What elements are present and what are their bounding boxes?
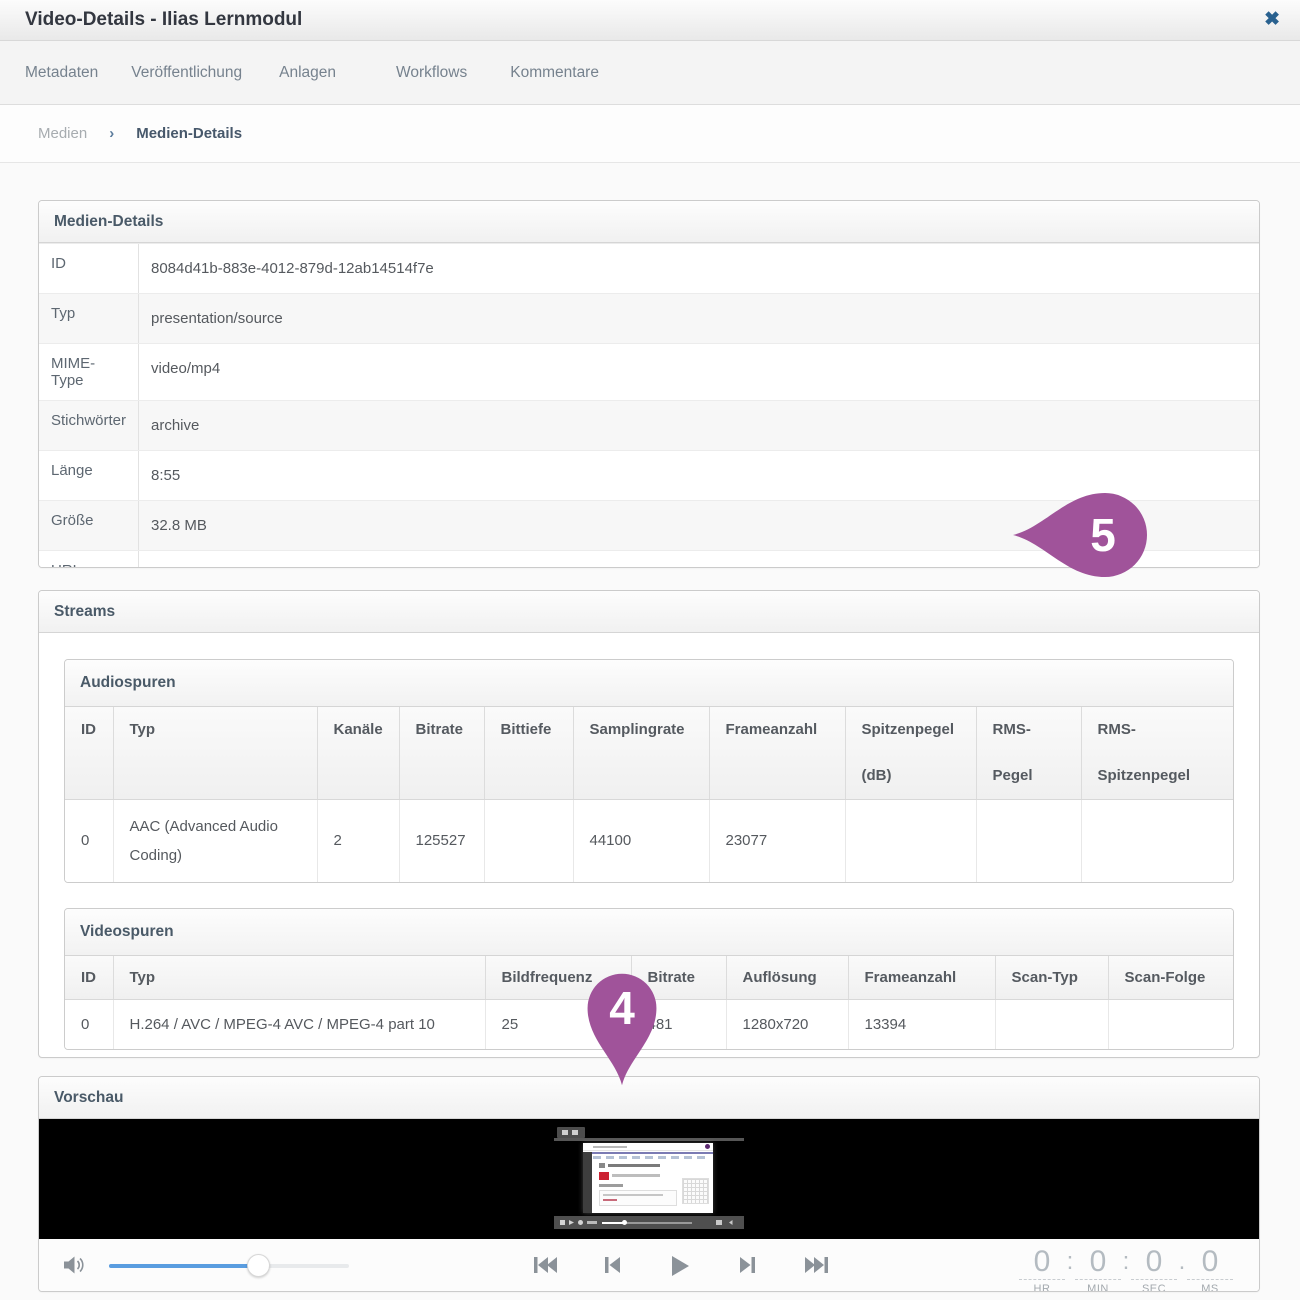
- thumbnail-browser-window: [583, 1143, 713, 1213]
- detail-value: presentation/source: [139, 294, 1259, 343]
- skip-to-end-button[interactable]: [803, 1254, 829, 1281]
- audio-tracks-panel: Audiospuren ID Typ Kanäle Bitrate Bittie…: [64, 659, 1234, 883]
- column-header: Typ: [113, 956, 485, 1000]
- column-header: Samplingrate: [573, 707, 709, 800]
- tab-workflows[interactable]: Workflows: [396, 64, 467, 82]
- timecode-separator: .: [1177, 1245, 1187, 1279]
- streams-title: Streams: [39, 591, 1259, 633]
- cell: H.264 / AVC / MPEG-4 AVC / MPEG-4 part 1…: [113, 1000, 485, 1049]
- tab-veroeffentlichung[interactable]: Veröffentlichung: [131, 64, 242, 82]
- breadcrumb-current: Medien-Details: [136, 125, 242, 142]
- cell: 44100: [573, 800, 709, 882]
- annotation-number-5: 5: [1053, 510, 1153, 560]
- volume-slider-handle[interactable]: [247, 1254, 270, 1277]
- chevron-right-icon: ›: [109, 125, 114, 142]
- audio-track-row: 0 AAC (Advanced Audio Coding) 2 125527 4…: [65, 800, 1234, 882]
- detail-label: Typ: [39, 294, 139, 343]
- video-thumbnail: [554, 1124, 744, 1234]
- breadcrumb-medien[interactable]: Medien: [38, 125, 87, 142]
- timecode-seconds-label: SEC: [1131, 1283, 1177, 1292]
- column-header: RMS-Spitzenpegel: [1081, 707, 1234, 800]
- cell: [484, 800, 573, 882]
- tab-kommentare[interactable]: Kommentare: [510, 64, 599, 82]
- video-tracks-title: Videospuren: [65, 909, 1233, 956]
- cell: 125527: [399, 800, 484, 882]
- column-header: Auflösung: [726, 956, 848, 1000]
- thumbnail-tab-icons: [557, 1127, 585, 1138]
- cell: 13394: [848, 1000, 995, 1049]
- column-header: Frameanzahl: [848, 956, 995, 1000]
- column-header: Typ: [113, 707, 317, 800]
- detail-label: Länge: [39, 451, 139, 500]
- media-details-title: Medien-Details: [39, 201, 1259, 243]
- column-header: Bitrate: [399, 707, 484, 800]
- column-header: Scan-Typ: [995, 956, 1108, 1000]
- timecode-hours-field[interactable]: 0: [1019, 1245, 1065, 1280]
- volume-icon[interactable]: [61, 1252, 87, 1283]
- detail-row-id: ID 8084d41b-883e-4012-879d-12ab14514f7e: [39, 243, 1259, 293]
- preview-video-area[interactable]: [39, 1119, 1259, 1239]
- cell: [1108, 1000, 1234, 1049]
- cell: [995, 1000, 1108, 1049]
- column-header: Frameanzahl: [709, 707, 845, 800]
- timecode-ms-label: MS: [1187, 1283, 1233, 1292]
- column-header: Bittiefe: [484, 707, 573, 800]
- timecode-minutes-label: MIN: [1075, 1283, 1121, 1292]
- breadcrumb: Medien › Medien-Details: [0, 105, 1300, 163]
- skip-to-start-button[interactable]: [533, 1254, 559, 1281]
- column-header: Kanäle: [317, 707, 399, 800]
- timecode-separator: :: [1121, 1245, 1131, 1279]
- audio-header-row: ID Typ Kanäle Bitrate Bittiefe Samplingr…: [65, 707, 1234, 800]
- detail-value: 8084d41b-883e-4012-879d-12ab14514f7e: [139, 244, 1259, 293]
- cell: [976, 800, 1081, 882]
- tab-bar: Metadaten Veröffentlichung Anlagen Workf…: [0, 41, 1300, 105]
- detail-label: ID: [39, 244, 139, 293]
- column-header: ID: [65, 956, 113, 1000]
- volume-slider[interactable]: [109, 1264, 349, 1268]
- cell: 2: [317, 800, 399, 882]
- column-header: ID: [65, 707, 113, 800]
- cell: 23077: [709, 800, 845, 882]
- previous-frame-button[interactable]: [603, 1254, 623, 1281]
- media-url-link[interactable]: https://admin.opencast.unibe.ch/assets/a…: [151, 562, 1007, 568]
- timecode-minutes-field[interactable]: 0: [1075, 1245, 1121, 1280]
- timecode-separator: :: [1065, 1245, 1075, 1279]
- window-titlebar: Video-Details - Ilias Lernmodul ✖: [0, 0, 1300, 41]
- timecode-hours-label: HR: [1019, 1283, 1065, 1292]
- column-header: Spitzenpegel (dB): [845, 707, 976, 800]
- audio-tracks-table: ID Typ Kanäle Bitrate Bittiefe Samplingr…: [65, 707, 1234, 882]
- cell: 1280x720: [726, 1000, 848, 1049]
- detail-row-typ: Typ presentation/source: [39, 293, 1259, 343]
- cell: 0: [65, 800, 113, 882]
- play-button[interactable]: [669, 1254, 691, 1283]
- close-icon[interactable]: ✖: [1264, 6, 1280, 34]
- detail-row-stichwoerter: Stichwörter archive: [39, 400, 1259, 450]
- annotation-number-4: 4: [581, 983, 663, 1033]
- detail-row-mime: MIME-Type video/mp4: [39, 343, 1259, 400]
- cell: AAC (Advanced Audio Coding): [113, 800, 317, 882]
- timecode-display: 0 HR : 0 MIN : 0 SEC . 0 MS: [1019, 1245, 1233, 1292]
- thumbnail-player-bar: [554, 1216, 744, 1229]
- timecode-ms-field[interactable]: 0: [1187, 1245, 1233, 1280]
- audio-tracks-title: Audiospuren: [65, 660, 1233, 707]
- timecode-seconds-field[interactable]: 0: [1131, 1245, 1177, 1280]
- column-header: Scan-Folge: [1108, 956, 1234, 1000]
- tab-metadaten[interactable]: Metadaten: [25, 64, 98, 82]
- detail-value: video/mp4: [139, 344, 1259, 400]
- detail-label: Größe: [39, 501, 139, 550]
- detail-label: Stichwörter: [39, 401, 139, 450]
- detail-label: MIME-Type: [39, 344, 139, 400]
- column-header: RMS-Pegel: [976, 707, 1081, 800]
- detail-value: archive: [139, 401, 1259, 450]
- cell: [845, 800, 976, 882]
- next-frame-button[interactable]: [737, 1254, 757, 1281]
- tab-anlagen[interactable]: Anlagen: [279, 64, 336, 82]
- volume-slider-fill: [109, 1264, 259, 1268]
- detail-label: URL: [39, 551, 139, 568]
- page-title: Video-Details - Ilias Lernmodul: [25, 0, 302, 40]
- cell: [1081, 800, 1234, 882]
- player-controls-bar: 0 HR : 0 MIN : 0 SEC . 0 MS: [39, 1239, 1259, 1291]
- preview-panel: Vorschau: [38, 1076, 1260, 1292]
- cell: 0: [65, 1000, 113, 1049]
